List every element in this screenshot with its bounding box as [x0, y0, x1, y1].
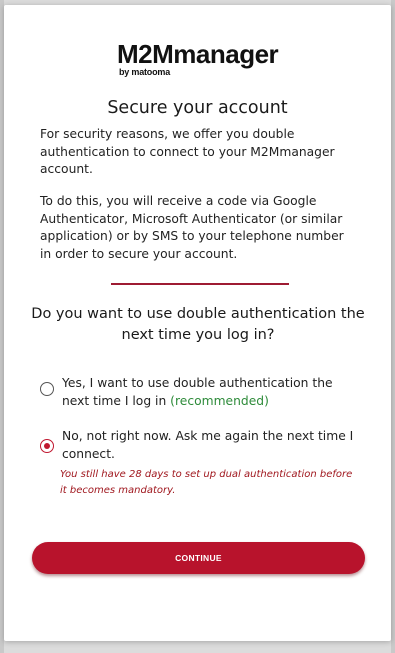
- radio-button-checked[interactable]: [40, 439, 54, 453]
- intro-paragraph: To do this, you will receive a code via …: [40, 194, 344, 261]
- option-label: Yes, I want to use double authentication…: [62, 374, 362, 410]
- logo-wordmark: M2Mmanager: [117, 39, 279, 69]
- radio-button-unchecked[interactable]: [40, 382, 54, 396]
- question-heading: Do you want to use double authentication…: [31, 306, 365, 343]
- option-label: No, not right now. Ask me again the next…: [62, 429, 354, 461]
- m2mmanager-logo: M2Mmanager by matooma: [117, 39, 287, 81]
- logo-byline: by matooma: [119, 67, 171, 77]
- recommended-tag: (recommended): [170, 394, 269, 408]
- dialog-title: Secure your account: [107, 98, 288, 118]
- section-divider: [111, 283, 289, 285]
- continue-button[interactable]: CONTINUE: [32, 542, 365, 574]
- deadline-warning: You still have 28 days to set up dual au…: [60, 469, 353, 496]
- radio-selected-dot: [43, 442, 50, 449]
- secure-account-dialog: M2Mmanager by matooma Secure your accoun…: [4, 5, 391, 641]
- intro-paragraph: For security reasons, we offer you doubl…: [40, 127, 335, 176]
- backdrop-edge: [391, 0, 395, 653]
